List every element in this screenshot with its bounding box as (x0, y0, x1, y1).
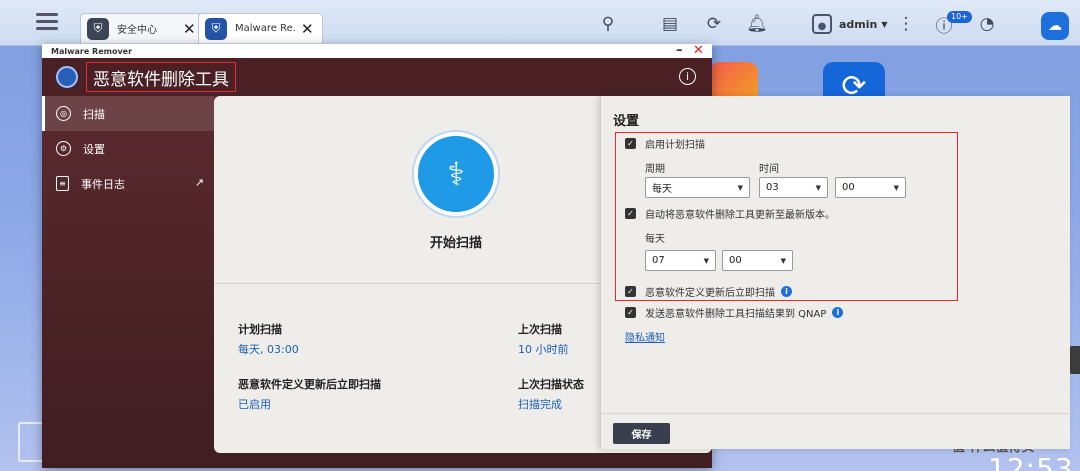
security-center-icon: ⛨ (87, 17, 109, 40)
close-icon[interactable]: ✕ (301, 20, 314, 38)
update-hour-select[interactable]: 07 ▼ (645, 250, 716, 271)
period-label: 周期 (645, 164, 665, 175)
info-icon[interactable]: i (679, 68, 696, 85)
minimize-icon[interactable]: – (676, 43, 683, 58)
main-menu-button[interactable] (36, 13, 58, 33)
external-link-icon[interactable]: ↗ (195, 176, 204, 189)
enable-schedule-checkbox[interactable]: ✓ 启用计划扫描 (625, 136, 705, 151)
panel-title: 设置 (613, 114, 640, 129)
app-logo (56, 66, 78, 88)
auto-update-checkbox[interactable]: ✓ 自动将恶意软件删除工具更新至最新版本。 (625, 206, 835, 221)
close-icon[interactable]: ✕ (693, 43, 704, 58)
window-title: Malware Remover (51, 46, 133, 56)
tab-security-center[interactable]: ⛨ 安全中心 ✕ (80, 13, 205, 43)
app-header: 恶意软件删除工具 i (42, 58, 712, 96)
chevron-down-icon: ▼ (703, 256, 709, 265)
chevron-down-icon: ▼ (815, 183, 821, 192)
period-select[interactable]: 每天 ▼ (645, 177, 750, 198)
sidebar-item-scan[interactable]: ◎ 扫描 (42, 96, 214, 131)
gear-icon: ⚙ (56, 141, 71, 156)
tab-malware-remover[interactable]: ⛨ Malware Re... ✕ (198, 13, 323, 43)
sidebar-item-label: 扫描 (83, 107, 105, 121)
avatar: ● (812, 14, 832, 34)
desktop-clock: 12:53 (988, 452, 1074, 471)
checkbox-checked-icon: ✓ (625, 138, 636, 149)
info-label: 计划扫描 (238, 323, 282, 336)
hour-select[interactable]: 03 ▼ (759, 177, 828, 198)
taskbar: ⛨ 安全中心 ✕ ⛨ Malware Re... ✕ ⚲ ▤ ⟳ 🔔︎ ● ad… (0, 0, 1080, 46)
select-value: 每天 (652, 184, 672, 195)
info-label: 恶意软件定义更新后立即扫描 (238, 378, 381, 391)
daily-label: 每天 (645, 234, 665, 245)
info-value: 已启用 (238, 398, 271, 411)
window-titlebar: Malware Remover – ✕ (42, 43, 712, 58)
user-menu[interactable]: ● admin ▼ (812, 14, 888, 34)
info-value: 每天, 03:00 (238, 343, 299, 356)
malware-remover-icon: ⛨ (205, 17, 227, 40)
tab-label: Malware Re... (235, 23, 295, 34)
checkbox-label: 启用计划扫描 (645, 140, 705, 151)
info-icon[interactable]: i (781, 286, 792, 297)
media-icon[interactable]: ▤ (659, 13, 681, 35)
update-minute-select[interactable]: 00 ▼ (722, 250, 793, 271)
stethoscope-icon: ⚕ (447, 155, 465, 193)
chevron-down-icon: ▼ (737, 183, 743, 192)
dashboard-icon[interactable]: ◔ (976, 13, 998, 35)
save-button[interactable]: 保存 (613, 423, 670, 444)
definition-scan-info: 恶意软件定义更新后立即扫描 已启用 (238, 376, 438, 412)
sidebar-item-label: 事件日志 (81, 177, 125, 191)
user-name: admin (839, 17, 878, 31)
select-value: 00 (729, 255, 742, 266)
time-label: 时间 (759, 164, 779, 175)
chevron-down-icon: ▼ (881, 19, 888, 29)
privacy-notice-link[interactable]: 隐私通知 (625, 329, 665, 344)
select-value: 07 (652, 255, 665, 266)
trash-icon[interactable] (18, 422, 44, 462)
schedule-info: 计划扫描 每天, 03:00 (238, 321, 438, 357)
select-value: 00 (842, 182, 855, 193)
sidebar-item-event-log[interactable]: ≡ 事件日志 ↗ (42, 166, 214, 201)
info-icon[interactable]: i (832, 307, 844, 318)
more-icon[interactable]: ⋮ (895, 13, 917, 35)
search-icon[interactable]: ⚲ (597, 13, 619, 35)
panel-footer: 保存 (601, 413, 1071, 449)
app-title: 恶意软件删除工具 (86, 62, 236, 92)
bell-icon[interactable]: 🔔︎ (746, 13, 768, 35)
checkbox-label: 自动将恶意软件删除工具更新至最新版本。 (645, 210, 835, 221)
checkbox-label: 恶意软件定义更新后立即扫描 (645, 288, 775, 299)
cloud-icon[interactable]: ☁ (1041, 12, 1069, 40)
start-scan-button[interactable]: ⚕ (414, 132, 498, 216)
settings-panel: 设置 ✓ 启用计划扫描 周期 时间 每天 ▼ 03 ▼ 00 ▼ ✓ 自动将恶意… (600, 96, 1071, 449)
close-icon[interactable]: ✕ (183, 20, 196, 38)
document-icon: ≡ (56, 176, 69, 191)
checkbox-label: 发送恶意软件删除工具扫描结果到 QNAP (645, 309, 827, 320)
sidebar: ◎ 扫描 ⚙ 设置 ≡ 事件日志 ↗ (42, 96, 214, 468)
scan-after-update-checkbox[interactable]: ✓ 恶意软件定义更新后立即扫描 i (625, 284, 792, 299)
chevron-down-icon: ▼ (780, 256, 786, 265)
chevron-down-icon: ▼ (893, 183, 899, 192)
sync-icon[interactable]: ⟳ (703, 13, 725, 35)
checkbox-checked-icon: ✓ (625, 208, 636, 219)
notification-badge: 10+ (947, 11, 972, 23)
send-results-checkbox[interactable]: ✓ 发送恶意软件删除工具扫描结果到 QNAP i (625, 305, 844, 320)
tab-label: 安全中心 (117, 25, 157, 36)
checkbox-checked-icon: ✓ (625, 286, 636, 297)
side-panel-handle[interactable] (1069, 346, 1080, 374)
scan-icon: ◎ (56, 106, 71, 121)
minute-select[interactable]: 00 ▼ (835, 177, 906, 198)
sidebar-item-settings[interactable]: ⚙ 设置 (42, 131, 214, 166)
sidebar-item-label: 设置 (83, 142, 105, 156)
select-value: 03 (766, 182, 779, 193)
checkbox-checked-icon: ✓ (625, 307, 636, 318)
start-scan-label: 开始扫描 (429, 236, 482, 251)
